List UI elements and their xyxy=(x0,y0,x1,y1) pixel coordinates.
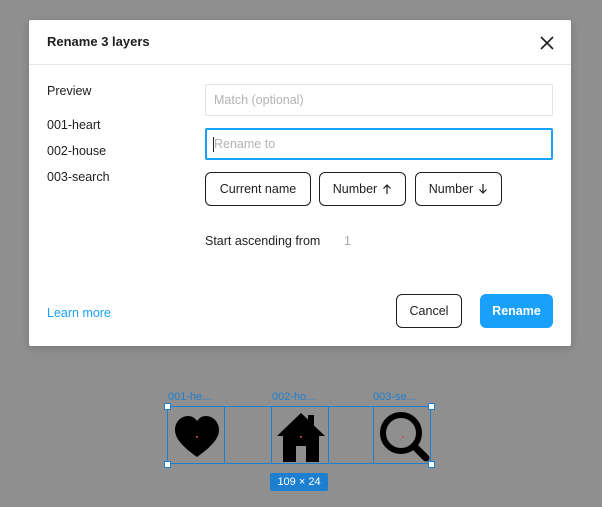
number-descending-chip[interactable]: Number xyxy=(415,172,502,206)
start-ascending-value[interactable]: 1 xyxy=(344,234,351,248)
resize-handle-bottom-right[interactable] xyxy=(428,461,435,468)
text-cursor xyxy=(213,137,214,152)
cancel-button[interactable]: Cancel xyxy=(396,294,462,328)
rename-button[interactable]: Rename xyxy=(480,294,553,328)
close-button[interactable] xyxy=(536,32,558,54)
layer-frame-house[interactable] xyxy=(271,406,329,464)
layer-label: 003-se... xyxy=(373,391,416,403)
preview-list: 001-heart 002-house 003-search xyxy=(47,118,110,196)
rename-layers-dialog: Rename 3 layers Preview 001-heart 002-ho… xyxy=(29,20,571,346)
number-ascending-label: Number xyxy=(332,182,378,196)
rename-to-input[interactable] xyxy=(205,128,553,160)
start-ascending-label: Start ascending from xyxy=(205,234,321,248)
heart-icon xyxy=(175,416,219,457)
number-descending-label: Number xyxy=(428,182,474,196)
number-ascending-chip[interactable]: Number xyxy=(319,172,406,206)
preview-item: 002-house xyxy=(47,144,107,158)
match-input[interactable] xyxy=(205,84,553,116)
layer-frame-search[interactable] xyxy=(373,406,431,464)
house-icon xyxy=(277,413,325,462)
current-name-chip[interactable]: Current name xyxy=(205,172,311,206)
preview-item: 003-search xyxy=(47,170,110,184)
arrow-down-icon xyxy=(479,184,488,194)
layer-label: 002-ho... xyxy=(272,391,316,403)
resize-handle-bottom-left[interactable] xyxy=(164,461,171,468)
preview-item: 001-heart xyxy=(47,118,101,132)
dialog-header: Rename 3 layers xyxy=(29,20,571,65)
preview-heading: Preview xyxy=(47,84,92,98)
arrow-up-icon xyxy=(383,184,392,194)
learn-more-link[interactable]: Learn more xyxy=(47,306,111,320)
close-icon[interactable] xyxy=(536,32,558,54)
resize-handle-top-right[interactable] xyxy=(428,403,435,410)
size-badge: 109 × 24 xyxy=(270,473,328,491)
dialog-title: Rename 3 layers xyxy=(47,34,150,49)
layer-frame-heart[interactable] xyxy=(167,406,225,464)
layer-label: 001-he... xyxy=(168,391,212,403)
search-icon xyxy=(380,412,430,462)
current-name-label: Current name xyxy=(219,182,297,196)
resize-handle-top-left[interactable] xyxy=(164,403,171,410)
